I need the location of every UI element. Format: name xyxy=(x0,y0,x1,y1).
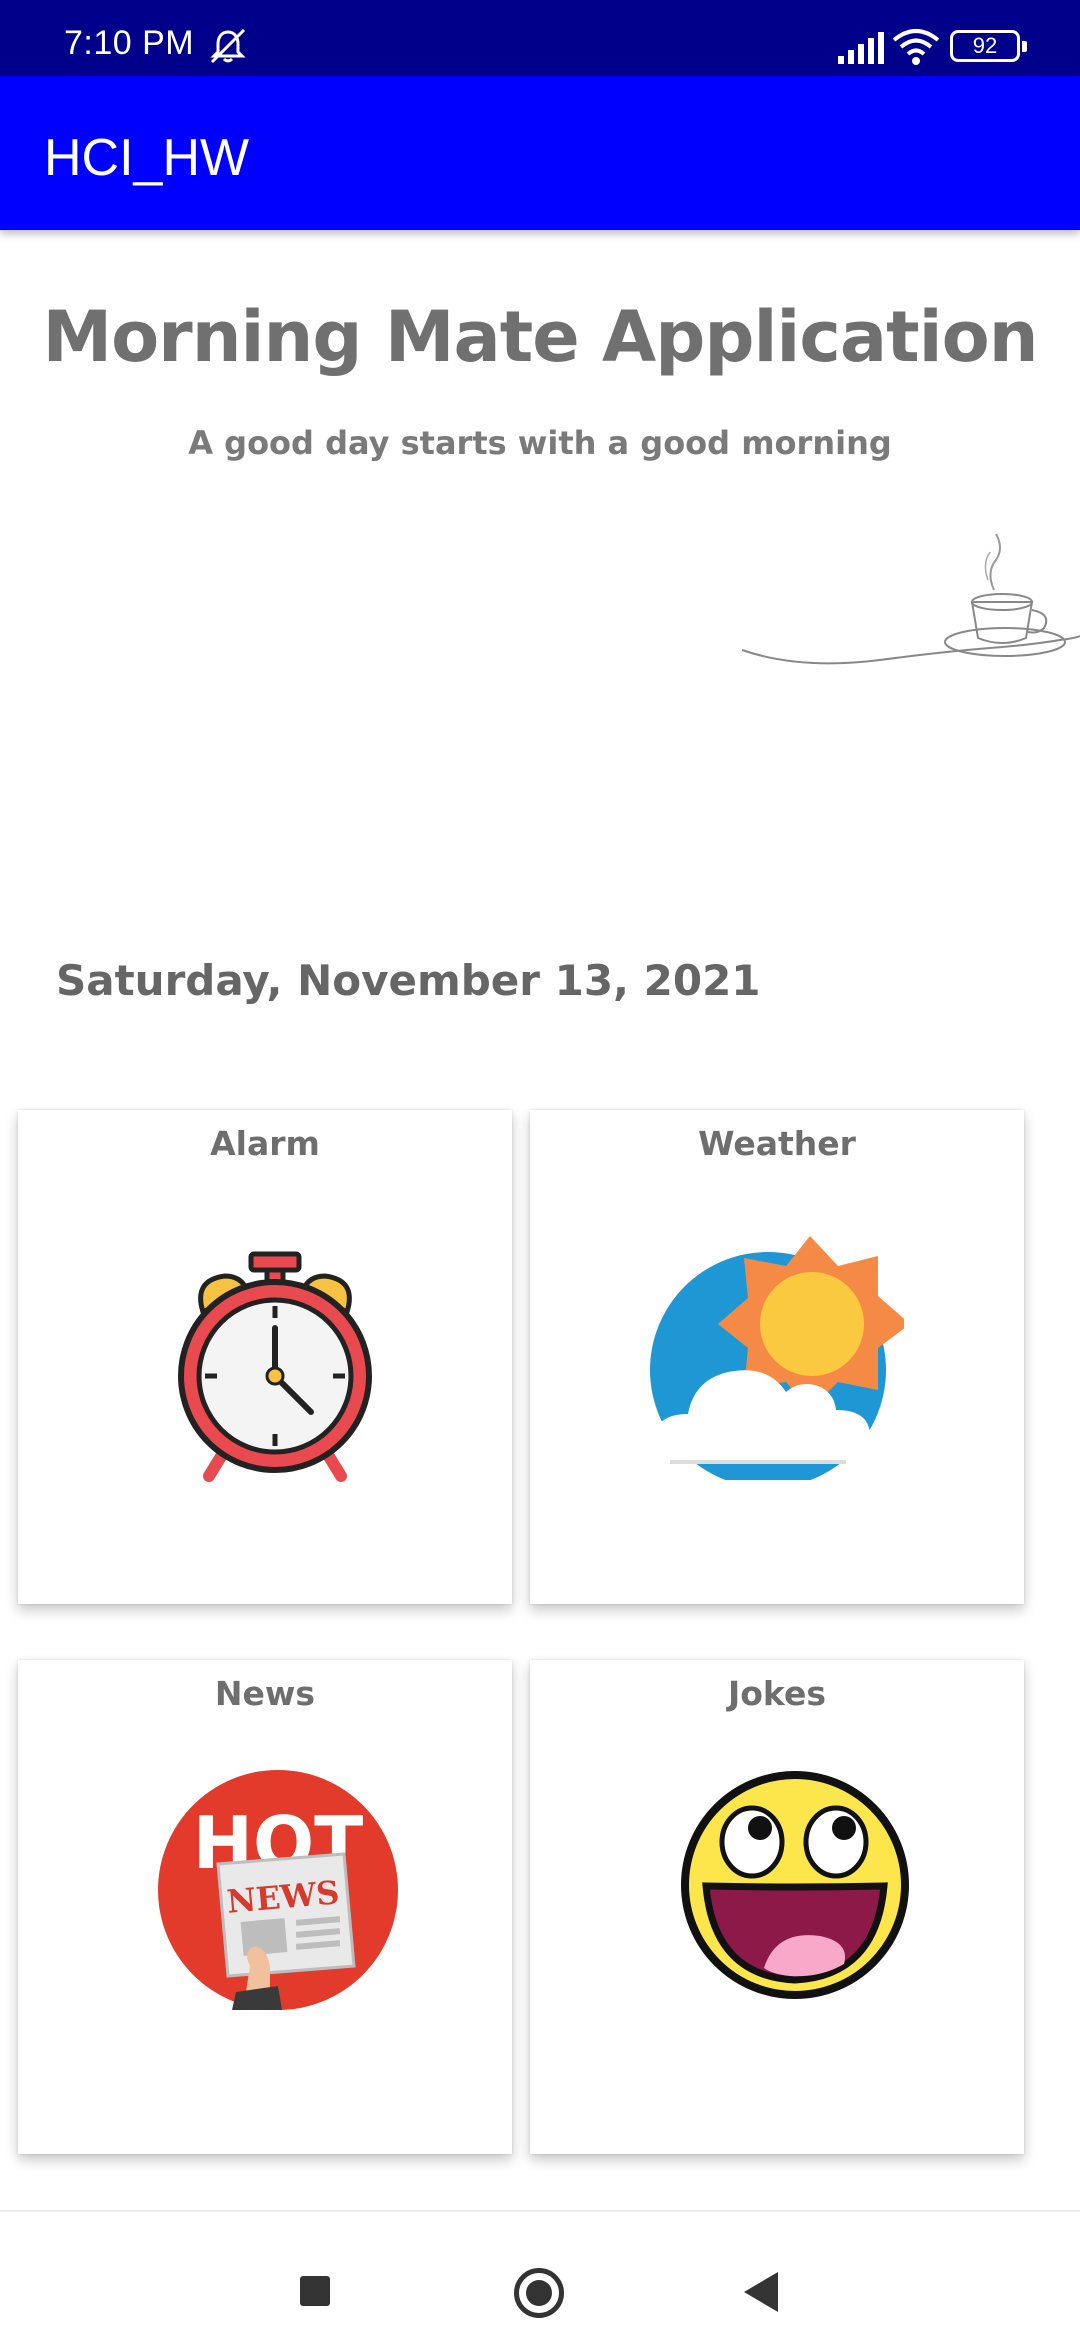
app-title: HCI_HW xyxy=(44,129,250,187)
app-bar: HCI_HW xyxy=(0,76,1080,230)
wifi-icon xyxy=(892,29,940,65)
alarm-clock-icon xyxy=(178,1251,372,1482)
hot-news-icon: HOT NEWS xyxy=(158,1770,398,2010)
sun-cloud-icon xyxy=(650,1236,904,1480)
card-label: Weather xyxy=(698,1124,856,1163)
card-label: Alarm xyxy=(210,1124,320,1163)
page-subtitle: A good day starts with a good morning xyxy=(188,424,892,462)
recents-button[interactable] xyxy=(300,2276,330,2306)
battery-icon: 92 xyxy=(950,30,1027,62)
coffee-cup-illustration xyxy=(741,533,1080,665)
laughing-face-icon xyxy=(681,1771,909,1999)
home-button[interactable] xyxy=(514,2268,564,2318)
status-bar: 7:10 PM 92 xyxy=(0,0,1080,76)
page-title: Morning Mate Application xyxy=(42,296,1038,378)
dnd-bell-icon xyxy=(210,28,246,64)
alarm-card[interactable]: Alarm xyxy=(18,1110,512,1604)
signal-icon xyxy=(838,32,884,64)
card-label: News xyxy=(214,1674,316,1713)
card-label: Jokes xyxy=(727,1674,827,1713)
back-button[interactable] xyxy=(744,2272,778,2312)
current-date: Saturday, November 13, 2021 xyxy=(56,956,761,1005)
home-icon xyxy=(526,2280,552,2306)
status-time: 7:10 PM xyxy=(64,24,195,62)
battery-level: 92 xyxy=(972,33,998,58)
news-card[interactable]: News HOT NEWS xyxy=(18,1660,512,2154)
jokes-card[interactable]: Jokes xyxy=(530,1660,1024,2154)
system-nav-bar xyxy=(0,2210,1080,2340)
weather-card[interactable]: Weather xyxy=(530,1110,1024,1604)
